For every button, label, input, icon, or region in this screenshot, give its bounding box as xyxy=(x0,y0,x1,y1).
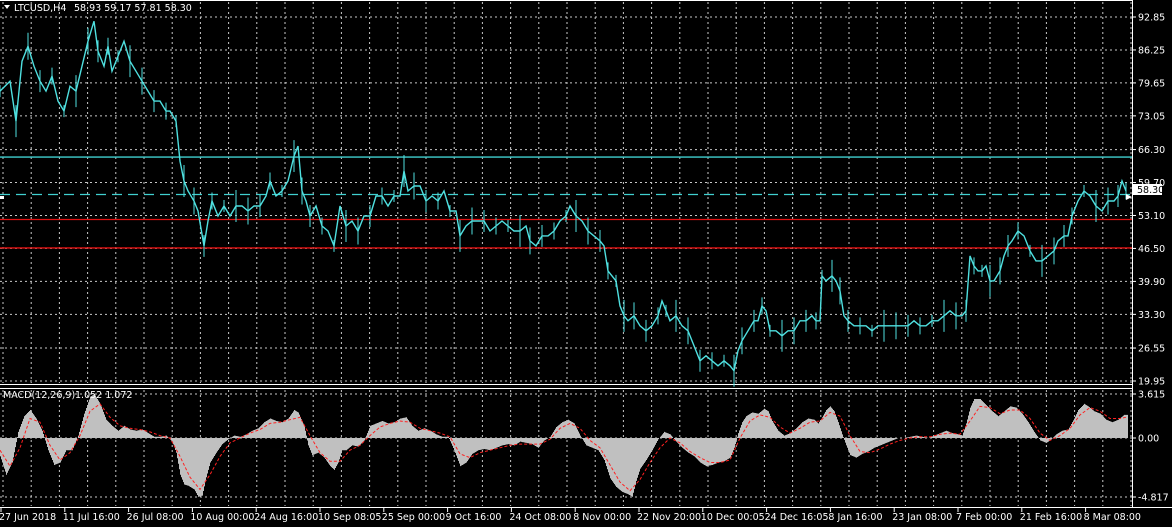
price-tick-label: 19.95 xyxy=(1138,377,1165,388)
macd-signal xyxy=(0,403,1127,492)
price-tick-label: 79.65 xyxy=(1138,78,1165,89)
symbol-label: LTCUSD,H4 xyxy=(14,3,66,14)
chart-root: 92.85 86.25 79.65 73.05 66.30 59.70 53.10 46.50… xyxy=(0,0,1172,527)
macd-header: MACD(12,26,9) 1.052 1.072 xyxy=(3,390,132,401)
ohlc-values: 58.93 59.17 57.81 58.30 xyxy=(74,3,192,14)
time-label: 10 Sep 08:05 xyxy=(318,512,381,523)
price-axis-ticks: 92.8586.2579.6573.0566.3059.7053.1046.50… xyxy=(1132,13,1165,388)
time-label: 23 Jan 08:00 xyxy=(892,512,952,523)
left-price-marker xyxy=(0,196,4,199)
chart-header: LTCUSD,H4 58.93 59.17 57.81 58.30 xyxy=(4,3,192,14)
macd-values: 1.052 1.072 xyxy=(75,390,132,401)
price-tick-label: 33.30 xyxy=(1138,310,1165,321)
time-label: 27 Jun 2018 xyxy=(0,512,56,523)
time-axis-labels: 27 Jun 2018 11 Jul 16:00 26 Jul 08:00 10 Au… xyxy=(0,508,1141,523)
chart-menu-arrow-icon[interactable] xyxy=(4,5,10,9)
price-series xyxy=(0,20,1127,387)
time-label: 10 Aug 00:00 xyxy=(190,512,254,523)
price-tick-label: 66.30 xyxy=(1138,145,1165,156)
time-label: 24 Aug 16:00 xyxy=(254,512,318,523)
price-tick-label: 73.05 xyxy=(1138,111,1165,122)
time-label: 9 Oct 16:00 xyxy=(446,512,502,523)
price-line xyxy=(0,20,1127,373)
time-label: 10 Dec 00:05 xyxy=(701,512,765,523)
price-tick-label: 26.55 xyxy=(1138,344,1165,355)
macd-tick-label: -4.817 xyxy=(1138,493,1169,504)
current-price-text: 58.30 xyxy=(1137,185,1164,196)
time-label: 24 Dec 16:05 xyxy=(765,512,829,523)
price-tick-label: 39.90 xyxy=(1138,277,1165,288)
macd-label: MACD(12,26,9) xyxy=(3,390,75,401)
time-label: 22 Nov 20:00 xyxy=(637,512,701,523)
time-label: 8 Nov 00:00 xyxy=(573,512,631,523)
time-label: 7 Feb 00:00 xyxy=(956,512,1012,523)
time-label: 25 Sep 00:00 xyxy=(382,512,445,523)
macd-signal-line xyxy=(0,403,1127,492)
price-tick-label: 92.85 xyxy=(1138,13,1165,24)
time-label: 8 Mar 08:00 xyxy=(1084,512,1141,523)
time-label: 24 Oct 08:00 xyxy=(509,512,571,523)
time-label: 26 Jul 08:00 xyxy=(127,512,184,523)
macd-tick-label: 3.615 xyxy=(1138,390,1165,401)
macd-tick-label: 0.00 xyxy=(1138,434,1159,445)
price-tick-label: 46.50 xyxy=(1138,244,1165,255)
current-price-tag: 58.30 xyxy=(1133,184,1164,196)
time-label: 8 Jan 16:00 xyxy=(828,512,882,523)
time-label: 11 Jul 16:00 xyxy=(63,512,120,523)
price-tick-label: 86.25 xyxy=(1138,45,1165,56)
macd-histogram xyxy=(0,394,1128,497)
price-tick-label: 53.10 xyxy=(1138,211,1165,222)
macd-axis-ticks: 3.615 0.00 -4.817 xyxy=(1132,390,1169,504)
time-label: 21 Feb 16:00 xyxy=(1020,512,1082,523)
chart-svg[interactable]: 92.8586.2579.6573.0566.3059.7053.1046.50… xyxy=(0,0,1172,527)
